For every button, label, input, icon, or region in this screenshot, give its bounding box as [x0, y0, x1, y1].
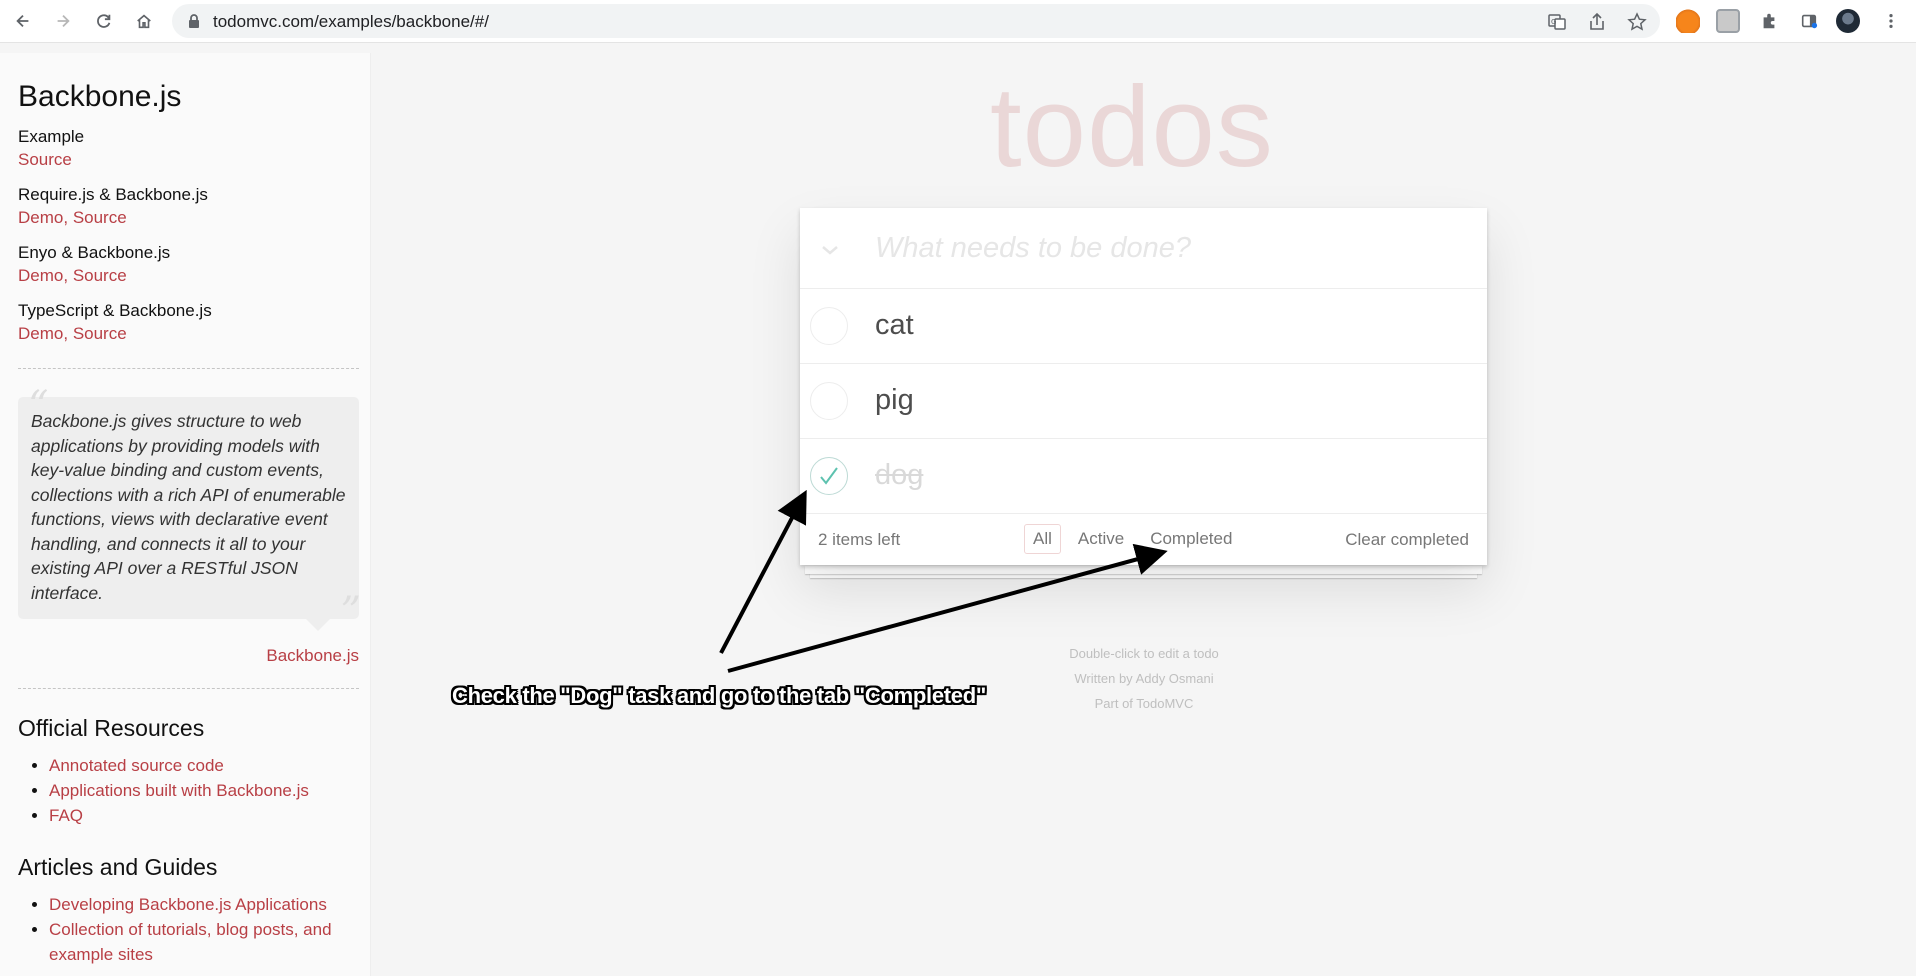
demo-link[interactable]: Demo	[18, 266, 63, 285]
open-quote-icon: “	[28, 383, 49, 429]
separator: ,	[63, 324, 73, 343]
items-left-count: 2 items left	[818, 530, 901, 549]
sidebar-group-label: TypeScript & Backbone.js	[18, 301, 212, 320]
clear-completed-button[interactable]: Clear completed	[1345, 530, 1469, 550]
info-line: Written by Addy Osmani	[1074, 671, 1214, 686]
list-item[interactable]: FAQ	[49, 803, 359, 828]
article-link[interactable]: Collection of tutorials, blog posts, and…	[49, 920, 332, 964]
sidebar-divider	[18, 368, 359, 369]
todo-label[interactable]: dog	[875, 459, 923, 492]
extension-icon[interactable]	[1716, 9, 1740, 33]
source-link[interactable]: Source	[73, 324, 127, 343]
sidebar-group-example: Example Source	[18, 126, 359, 172]
address-bar[interactable]: todomvc.com/examples/backbone/#/ G	[172, 4, 1660, 38]
todo-checkbox[interactable]	[810, 382, 848, 420]
learn-sidebar: Backbone.js Example Source Require.js & …	[0, 53, 371, 976]
translate-icon[interactable]: G	[1547, 12, 1567, 32]
filter-completed[interactable]: Completed	[1141, 524, 1241, 554]
side-panel-icon[interactable]	[1796, 8, 1822, 34]
list-item[interactable]: Annotated source code	[49, 753, 359, 778]
official-resources-list: Annotated source code Applications built…	[49, 753, 359, 828]
quote-text: Backbone.js gives structure to web appli…	[31, 411, 346, 603]
back-icon[interactable]	[10, 8, 36, 34]
filter-tabs: All Active Completed	[1024, 524, 1241, 554]
quote-block: “ Backbone.js gives structure to web app…	[18, 383, 361, 635]
profile-avatar[interactable]	[1836, 9, 1860, 33]
checkmark-icon	[820, 467, 838, 485]
articles-heading: Articles and Guides	[18, 854, 218, 880]
todo-label[interactable]: cat	[875, 309, 914, 342]
sidebar-group-label: Require.js & Backbone.js	[18, 185, 208, 204]
source-link[interactable]: Source	[73, 266, 127, 285]
demo-link[interactable]: Demo	[18, 208, 63, 227]
source-link[interactable]: Source	[18, 150, 72, 169]
list-item[interactable]: Collection of tutorials, blog posts, and…	[49, 917, 359, 967]
puzzle-icon[interactable]	[1756, 8, 1782, 34]
todo-footer: 2 items left All Active Completed Clear …	[800, 514, 1487, 565]
info-line: Part of TodoMVC	[1094, 696, 1194, 711]
sidebar-group-enyo: Enyo & Backbone.js Demo, Source	[18, 242, 359, 288]
forward-icon[interactable]	[50, 8, 76, 34]
article-link[interactable]: Developing Backbone.js Applications	[49, 895, 327, 914]
todo-item[interactable]: dog	[800, 439, 1487, 514]
sidebar-group-requirejs: Require.js & Backbone.js Demo, Source	[18, 184, 359, 230]
resource-link[interactable]: FAQ	[49, 806, 83, 825]
url-text: todomvc.com/examples/backbone/#/	[213, 12, 489, 31]
list-item[interactable]: Developing Backbone.js Applications	[49, 892, 359, 917]
close-quote-icon: ”	[340, 589, 361, 635]
sidebar-title: Backbone.js	[18, 80, 182, 113]
metamask-fox-icon[interactable]	[1676, 9, 1700, 33]
chevron-down-icon[interactable]	[818, 238, 842, 262]
app-title: todos	[990, 64, 1274, 191]
browser-toolbar: todomvc.com/examples/backbone/#/ G	[0, 0, 1916, 43]
quote-author-link[interactable]: Backbone.js	[266, 646, 359, 665]
sidebar-group-label: Enyo & Backbone.js	[18, 243, 171, 262]
info-line: Double-click to edit a todo	[1069, 646, 1219, 661]
bookmark-star-icon[interactable]	[1627, 12, 1647, 32]
list-item[interactable]: Applications built with Backbone.js	[49, 778, 359, 803]
home-icon[interactable]	[131, 8, 157, 34]
sidebar-group-label: Example	[18, 127, 85, 146]
sidebar-divider	[18, 688, 359, 689]
demo-link[interactable]: Demo	[18, 324, 63, 343]
quote-tail	[306, 619, 330, 631]
todo-item[interactable]: pig	[800, 364, 1487, 439]
svg-text:G: G	[1551, 18, 1556, 26]
new-todo-row	[800, 208, 1487, 289]
info-footer: Double-click to edit a todo Written by A…	[1000, 641, 1288, 716]
todo-item[interactable]: cat	[800, 289, 1487, 364]
todo-checkbox[interactable]	[810, 307, 848, 345]
todo-checkbox[interactable]	[810, 457, 848, 495]
stack-shadow	[805, 566, 1482, 574]
resource-link[interactable]: Annotated source code	[49, 756, 224, 775]
separator: ,	[63, 266, 73, 285]
articles-list: Developing Backbone.js Applications Coll…	[49, 892, 359, 967]
filter-all[interactable]: All	[1024, 524, 1061, 554]
sidebar-group-typescript: TypeScript & Backbone.js Demo, Source	[18, 300, 359, 346]
arrow-to-dog-checkbox	[719, 489, 807, 654]
new-todo-input[interactable]	[875, 230, 1465, 266]
source-link[interactable]: Source	[73, 208, 127, 227]
lock-icon[interactable]	[186, 13, 202, 29]
todo-label[interactable]: pig	[875, 384, 914, 417]
menu-dots-icon[interactable]	[1878, 8, 1904, 34]
annotation-text: Check the "Dog" task and go to the tab "…	[452, 683, 986, 708]
filter-active[interactable]: Active	[1069, 524, 1133, 554]
share-icon[interactable]	[1587, 12, 1607, 32]
reload-icon[interactable]	[91, 8, 117, 34]
todo-app: cat pig dog 2 items left All Active Comp…	[800, 208, 1487, 565]
resource-link[interactable]: Applications built with Backbone.js	[49, 781, 309, 800]
separator: ,	[63, 208, 73, 227]
official-resources-heading: Official Resources	[18, 715, 205, 741]
